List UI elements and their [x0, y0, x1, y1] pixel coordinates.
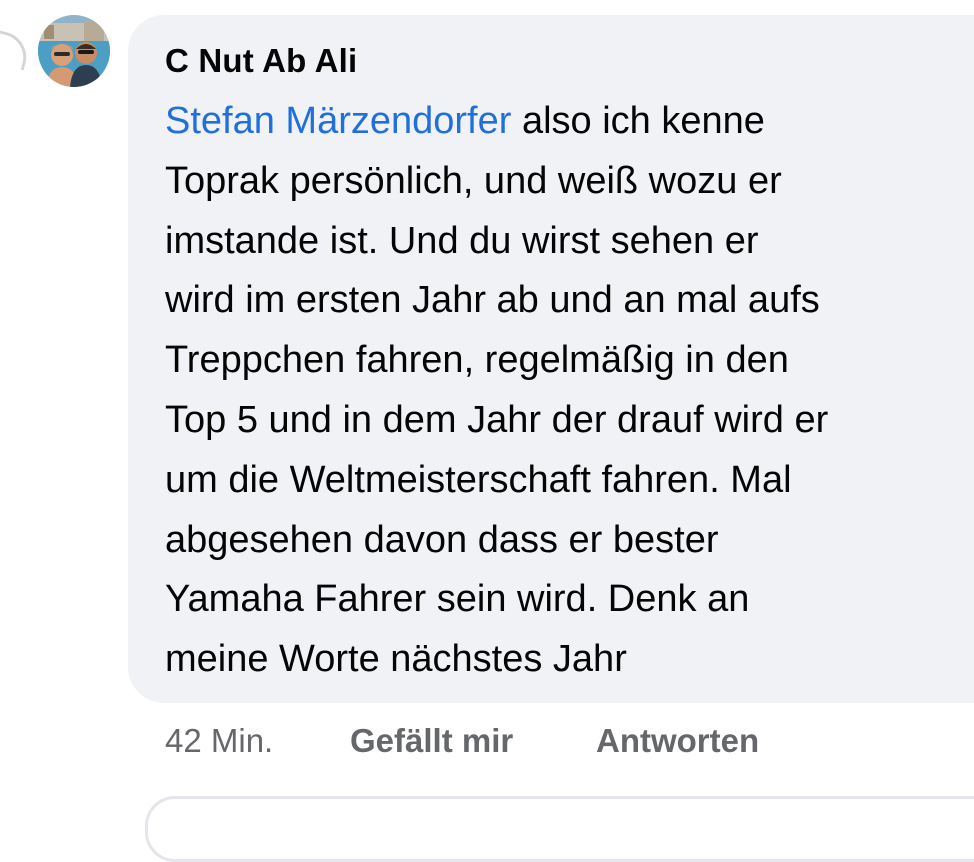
comment-author[interactable]: C Nut Ab Ali: [165, 42, 357, 80]
avatar-photo: [38, 15, 110, 87]
like-button[interactable]: Gefällt mir: [350, 722, 513, 760]
comment-line-4: wird im ersten Jahr ab und an mal aufs: [165, 279, 820, 322]
comment-line-2: Toprak persönlich, und weiß wozu er: [165, 159, 782, 202]
thread-connector-line: [0, 28, 32, 71]
next-comment-bubble: [145, 796, 974, 862]
comment-line-5: Treppchen fahren, regelmäßig in den: [165, 339, 789, 382]
avatar[interactable]: [38, 15, 110, 87]
comment-timestamp[interactable]: 42 Min.: [165, 722, 273, 760]
reply-button[interactable]: Antworten: [596, 722, 759, 760]
mention-link[interactable]: Stefan Märzendorfer: [165, 100, 511, 142]
comment-line-3: imstande ist. Und du wirst sehen er: [165, 219, 759, 262]
comment-line-9: Yamaha Fahrer sein wird. Denk an: [165, 578, 750, 621]
comment-line-8: abgesehen davon dass er bester: [165, 518, 719, 561]
comment-text: Stefan Märzendorfer also ich kenne Topra…: [165, 92, 974, 690]
comment-line-7: um die Weltmeisterschaft fahren. Mal: [165, 458, 792, 501]
comment-line-text: also ich kenne: [511, 100, 765, 142]
comment-line-10: meine Worte nächstes Jahr: [165, 638, 627, 681]
comment-line-6: Top 5 und in dem Jahr der drauf wird er: [165, 398, 829, 441]
comment-line-1: Stefan Märzendorfer also ich kenne: [165, 92, 974, 152]
